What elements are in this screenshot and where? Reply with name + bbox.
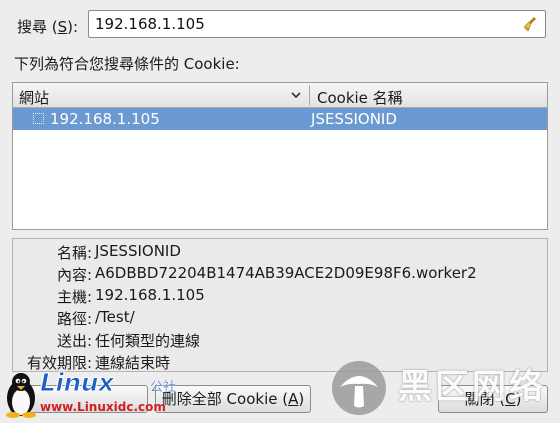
detail-label: 主機: bbox=[56, 288, 92, 306]
list-header: 網站 Cookie 名稱 bbox=[13, 83, 547, 108]
tux-penguin-icon bbox=[6, 373, 36, 418]
detail-value: 任何類型的連線 bbox=[95, 332, 201, 350]
detail-value: JSESSIONID bbox=[95, 242, 181, 260]
detail-content: 內容: A6DBBD72204B1474AB39ACE2D09E98F6.wor… bbox=[13, 264, 547, 284]
cookie-row[interactable]: 192.168.1.105 JSESSIONID bbox=[13, 108, 547, 130]
row-site: 192.168.1.105 bbox=[50, 110, 160, 128]
broom-icon[interactable] bbox=[523, 16, 539, 32]
column-header-cookie-name[interactable]: Cookie 名稱 bbox=[317, 87, 403, 108]
detail-path: 路徑: /Test/ bbox=[13, 308, 547, 328]
mushroom-badge-icon bbox=[332, 361, 386, 415]
search-input[interactable] bbox=[95, 14, 515, 34]
search-field[interactable] bbox=[88, 10, 546, 38]
sort-chevron-icon[interactable] bbox=[289, 88, 303, 102]
detail-label: 路徑: bbox=[56, 310, 92, 328]
detail-label: 名稱: bbox=[56, 244, 92, 262]
heiqu-watermark: 黑区网络 bbox=[328, 355, 560, 423]
detail-value: 192.168.1.105 bbox=[95, 286, 205, 304]
detail-value: A6DBBD72204B1474AB39ACE2D09E98F6.worker2 bbox=[95, 264, 477, 282]
linuxidc-watermark: Linux 公社 www.Linuxidc.com bbox=[0, 362, 190, 423]
linux-logo-sub: 公社 bbox=[150, 380, 177, 395]
cookie-list[interactable]: 網站 Cookie 名稱 192.168.1.105 JSESSIONID bbox=[12, 82, 548, 230]
detail-host: 主機: 192.168.1.105 bbox=[13, 286, 547, 306]
detail-label: 送出: bbox=[56, 332, 92, 350]
linux-logo-text: Linux bbox=[40, 368, 115, 398]
row-checkbox[interactable] bbox=[33, 113, 44, 124]
row-cookie-name: JSESSIONID bbox=[311, 110, 397, 128]
site-name-text: 黑区网络 bbox=[398, 367, 546, 407]
cookie-details: 名稱: JSESSIONID 內容: A6DBBD72204B1474AB39A… bbox=[12, 238, 548, 372]
linux-url: www.Linuxidc.com bbox=[40, 400, 166, 414]
list-caption: 下列為符合您搜尋條件的 Cookie: bbox=[14, 55, 240, 73]
detail-send-for: 送出: 任何類型的連線 bbox=[13, 330, 547, 350]
search-label: 搜尋 (S): bbox=[17, 18, 79, 36]
column-header-site[interactable]: 網站 bbox=[19, 87, 49, 108]
detail-label: 內容: bbox=[56, 266, 92, 284]
detail-name: 名稱: JSESSIONID bbox=[13, 242, 547, 262]
detail-value: /Test/ bbox=[95, 308, 135, 326]
search-accel-key: S bbox=[57, 18, 68, 36]
column-separator[interactable] bbox=[309, 85, 310, 105]
